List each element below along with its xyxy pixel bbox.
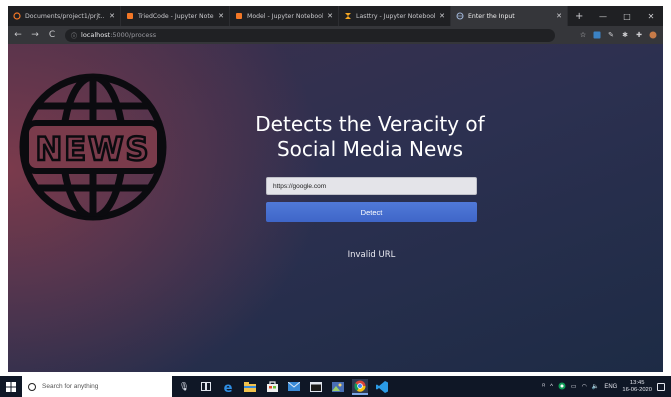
news-globe-icon: NEWS [19,73,167,221]
taskbar-search[interactable]: Search for anything [22,376,172,397]
new-tab-button[interactable]: + [568,6,590,26]
taskbar-apps: e [198,378,390,395]
forward-arrow-icon[interactable]: → [28,30,42,40]
battery-icon[interactable]: ▭ [571,383,577,390]
address-bar[interactable]: ⓘ localhost:5000/process [65,28,555,42]
network-icon[interactable]: ◠ [582,383,587,390]
news-logo-text: NEWS [36,130,151,168]
language-indicator[interactable]: ENG [604,384,617,390]
pen-icon[interactable]: ✎ [607,31,615,39]
store-icon[interactable] [264,379,280,395]
reload-icon[interactable]: C [45,30,59,40]
close-window-button[interactable]: ✕ [639,12,663,21]
url-input[interactable]: https://google.com [266,177,477,195]
result-message: Invalid URL [347,250,396,260]
back-arrow-icon[interactable]: ← [11,30,25,40]
puzzle-icon[interactable]: ✚ [635,31,643,39]
extension-bar: ☆ ✎ ✱ ✚ [579,31,663,39]
extension-blue-icon[interactable] [593,31,601,39]
cortana-icon [28,382,36,391]
close-icon[interactable]: ✕ [439,12,445,20]
tab-enter-the-input[interactable]: Enter the Input ✕ [451,6,568,26]
tab-model[interactable]: Model - Jupyter Notebook ✕ [230,6,339,26]
chrome-tray-icon[interactable] [558,382,566,392]
task-view-icon[interactable] [198,379,214,395]
windows-start-icon[interactable] [0,381,22,392]
mail-icon[interactable] [286,379,302,395]
notebook-icon [235,12,243,20]
chrome-icon[interactable] [352,378,368,395]
profile-icon[interactable] [649,31,657,39]
minimize-button[interactable]: — [591,12,615,21]
vscode-icon[interactable] [374,379,390,395]
svg-text:e: e [224,381,233,393]
photos-icon[interactable] [330,379,346,395]
globe-icon [456,12,464,20]
tab-lasttry[interactable]: Lasttry - Jupyter Notebook ✕ [339,6,451,26]
terminal-icon[interactable] [308,379,324,395]
star-icon[interactable]: ☆ [579,31,587,39]
edge-icon[interactable]: e [220,379,236,395]
close-icon[interactable]: ✕ [109,12,115,20]
close-icon[interactable]: ✕ [218,12,224,20]
page-title: Detects the Veracity of Social Media New… [255,112,485,161]
close-icon[interactable]: ✕ [327,12,333,20]
volume-icon[interactable]: 🔈 [592,383,599,390]
window-controls: — □ ✕ [591,6,663,26]
show-hidden-icons-icon[interactable]: ^ [550,384,553,390]
web-page: NEWS Detects the Veracity of Social Medi… [8,44,663,372]
tab-documents[interactable]: Documents/project1/prjt... ✕ [8,6,121,26]
notification-icon[interactable] [657,382,665,391]
maximize-button[interactable]: □ [615,12,639,21]
microphone-icon[interactable]: 🎙 [172,382,196,391]
info-icon[interactable]: ⓘ [71,31,77,40]
hourglass-icon [344,12,352,20]
extension-gear-icon[interactable]: ✱ [621,31,629,39]
tab-triedcode[interactable]: TriedCode - Jupyter Noteb... ✕ [121,6,230,26]
file-explorer-icon[interactable] [242,379,258,395]
jupyter-icon [13,12,21,20]
detect-button[interactable]: Detect [266,202,477,222]
close-icon[interactable]: ✕ [556,12,562,20]
browser-toolbar: ← → C ⓘ localhost:5000/process ☆ ✎ ✱ ✚ [8,26,663,44]
windows-taskbar: Search for anything 🎙 e ᴿ ^ ▭ ◠ 🔈 ENG 13… [0,376,671,397]
people-icon[interactable]: ᴿ [542,384,545,390]
notebook-icon [126,12,134,20]
clock[interactable]: 13:45 16-06-2020 [622,380,652,394]
system-tray: ᴿ ^ ▭ ◠ 🔈 ENG 13:45 16-06-2020 [542,380,671,394]
browser-tab-strip: Documents/project1/prjt... ✕ TriedCode -… [8,6,663,26]
